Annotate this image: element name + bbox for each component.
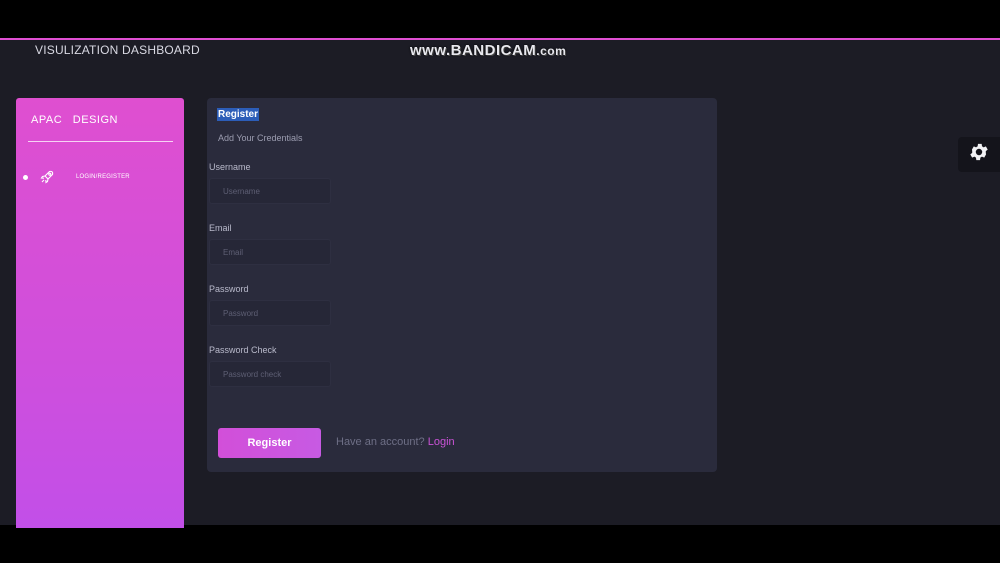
gear-icon	[968, 141, 990, 168]
password-check-label: Password Check	[209, 345, 277, 355]
brand-divider	[28, 141, 173, 142]
password-input[interactable]	[209, 300, 331, 326]
email-label: Email	[209, 223, 232, 233]
recording-watermark: www.BANDICAM.com	[410, 42, 566, 59]
account-prompt-row: Have an account? Login	[336, 436, 455, 448]
username-label: Username	[209, 162, 251, 172]
account-prompt: Have an account?	[336, 436, 425, 448]
email-input[interactable]	[209, 239, 331, 265]
sidebar-item-login-register[interactable]: LOGIN/REGISTER	[22, 166, 172, 188]
watermark-suffix: .com	[536, 44, 567, 58]
rocket-icon	[38, 168, 56, 186]
username-input[interactable]	[209, 178, 331, 204]
form-subtitle: Add Your Credentials	[218, 133, 303, 143]
register-button[interactable]: Register	[218, 428, 321, 458]
sidebar-item-label: LOGIN/REGISTER	[76, 174, 130, 180]
active-indicator-dot	[23, 174, 28, 180]
sidebar: APAC DESIGN LOGIN/REGISTER	[16, 98, 184, 528]
password-check-input[interactable]	[209, 361, 331, 387]
form-title: Register	[217, 108, 260, 121]
login-link[interactable]: Login	[428, 436, 455, 448]
password-label: Password	[209, 284, 249, 294]
brand-name: APAC DESIGN	[31, 114, 118, 126]
app-title: VISULIZATION DASHBOARD	[35, 43, 200, 57]
watermark-main: www.BANDICAM	[410, 42, 537, 59]
register-card: Register Add Your Credentials Username E…	[207, 98, 717, 472]
settings-button[interactable]	[958, 137, 1000, 172]
app-window: VISULIZATION DASHBOARD www.BANDICAM.com …	[0, 38, 1000, 528]
